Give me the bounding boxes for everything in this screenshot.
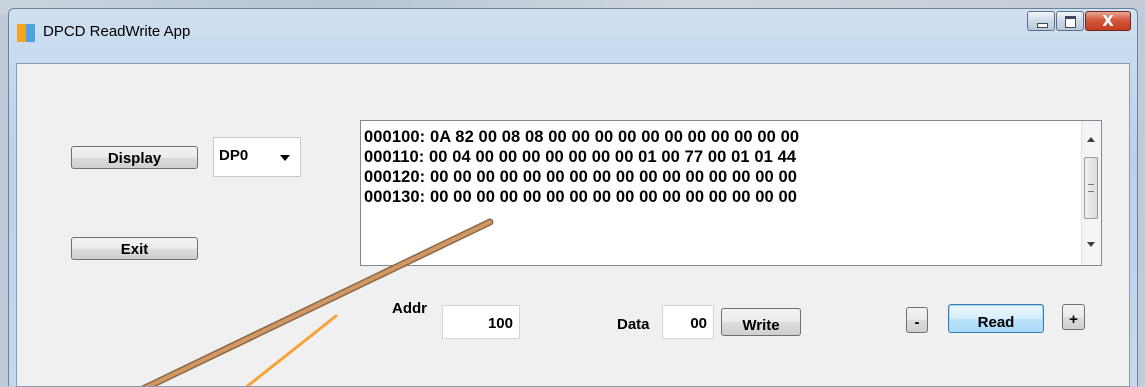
- addr-input[interactable]: 100: [442, 305, 520, 339]
- scrollbar-thumb[interactable]: [1084, 157, 1098, 219]
- dump-line: 000120: 00 00 00 00 00 00 00 00 00 00 00…: [364, 168, 798, 186]
- dump-line: 000130: 00 00 00 00 00 00 00 00 00 00 00…: [364, 188, 798, 206]
- minimize-icon[interactable]: [1027, 11, 1055, 31]
- port-select-value: DP0: [219, 147, 249, 164]
- window-title: DPCD ReadWrite App: [43, 23, 191, 40]
- port-select[interactable]: DP0: [213, 137, 301, 177]
- write-button[interactable]: Write: [721, 308, 801, 336]
- maximize-icon[interactable]: [1056, 11, 1084, 31]
- exit-button[interactable]: Exit: [71, 237, 198, 260]
- read-button[interactable]: Read: [948, 304, 1044, 333]
- client-area: Display DP0 Exit 000100: 0A 82 00 08 08 …: [16, 63, 1130, 387]
- dump-line: 000100: 0A 82 00 08 08 00 00 00 00 00 00…: [364, 128, 800, 146]
- dropdown-arrow-icon[interactable]: [280, 155, 290, 161]
- scroll-down-icon[interactable]: [1087, 242, 1095, 247]
- app-window: DPCD ReadWrite App X Display DP0 Exit 00…: [8, 8, 1138, 387]
- title-bar[interactable]: DPCD ReadWrite App X: [9, 9, 1137, 55]
- caption-buttons: X: [1026, 11, 1131, 31]
- dump-lines: 000100: 0A 82 00 08 08 00 00 00 00 00 00…: [364, 127, 799, 207]
- display-button[interactable]: Display: [71, 146, 198, 169]
- data-label: Data: [617, 316, 650, 333]
- increment-button[interactable]: +: [1062, 304, 1085, 330]
- addr-label: Addr: [392, 300, 427, 317]
- scroll-up-icon[interactable]: [1087, 137, 1095, 142]
- dump-line: 000110: 00 04 00 00 00 00 00 00 00 01 00…: [364, 148, 797, 166]
- app-icon: [17, 24, 35, 42]
- data-input[interactable]: 00: [662, 305, 714, 339]
- decrement-button[interactable]: -: [906, 307, 928, 333]
- close-icon[interactable]: X: [1085, 11, 1131, 31]
- vertical-scrollbar[interactable]: [1081, 121, 1101, 265]
- addr-input-value: 100: [487, 315, 513, 332]
- data-input-value: 00: [690, 315, 707, 332]
- dpcd-dump-textbox[interactable]: 000100: 0A 82 00 08 08 00 00 00 00 00 00…: [360, 120, 1102, 266]
